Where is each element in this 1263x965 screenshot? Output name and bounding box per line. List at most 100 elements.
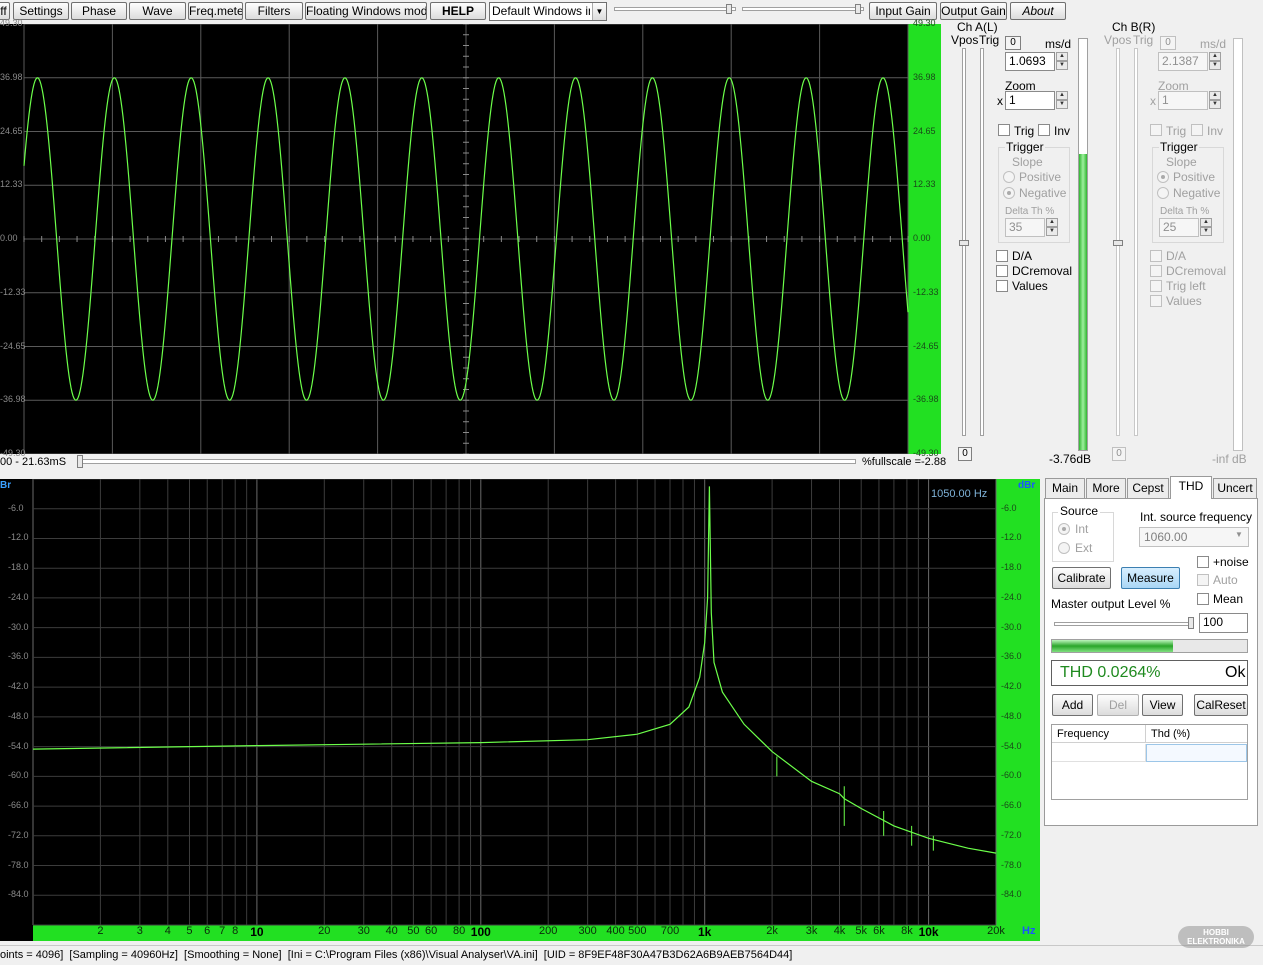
auto-checkbox[interactable]: [1197, 574, 1209, 586]
chb-inv-checkbox[interactable]: [1191, 124, 1203, 136]
spectrum-y-label-right: -84.0: [1001, 889, 1022, 900]
chb-zoom-input[interactable]: 1: [1158, 91, 1208, 110]
spectrum-x-label: 3k: [805, 925, 818, 937]
chb-msd-input[interactable]: 2.1387: [1158, 52, 1208, 71]
cha-delta-spinner[interactable]: ▲ ▼: [1046, 218, 1058, 237]
chb-ms-button[interactable]: 0: [1160, 36, 1176, 50]
help-button[interactable]: HELP: [430, 2, 486, 20]
chb-delta-input[interactable]: 25: [1159, 218, 1199, 237]
master-level-thumb[interactable]: [1188, 617, 1194, 629]
wave-button[interactable]: Wave: [129, 2, 186, 20]
thd-results-table[interactable]: Frequency Thd (%): [1051, 724, 1248, 800]
thd-ok: Ok: [1225, 664, 1246, 681]
spectrum-y-label-right: -66.0: [1001, 800, 1022, 811]
source-ext-radio[interactable]: [1058, 542, 1070, 554]
chb-zoom-x: x: [1150, 94, 1156, 108]
cha-negative-radio[interactable]: [1003, 187, 1015, 199]
scope-y-label-right: 24.65: [913, 125, 936, 136]
output-gain-button[interactable]: Output Gain: [940, 2, 1007, 20]
about-button[interactable]: About: [1010, 2, 1066, 20]
cha-inv-checkbox[interactable]: [1038, 124, 1050, 136]
chb-trig-left-checkbox[interactable]: [1150, 280, 1162, 292]
table-cell-frequency[interactable]: [1052, 744, 1146, 762]
spectrum-y-label-right: -78.0: [1001, 859, 1022, 870]
scope-y-label-left: 36.98: [0, 71, 23, 82]
gain-slider-1-thumb[interactable]: [726, 4, 732, 14]
add-button[interactable]: Add: [1052, 694, 1093, 716]
cha-zoom-spinner[interactable]: ▲ ▼: [1056, 91, 1068, 110]
cha-values-checkbox[interactable]: [996, 280, 1008, 292]
mean-checkbox[interactable]: [1197, 593, 1209, 605]
gain-slider-2-thumb[interactable]: [855, 4, 861, 14]
chb-trig-checkbox[interactable]: [1150, 124, 1162, 136]
master-level-slider[interactable]: [1054, 622, 1193, 626]
cha-positive-radio[interactable]: [1003, 171, 1015, 183]
source-int-radio[interactable]: [1058, 523, 1070, 535]
chb-msd-spinner[interactable]: ▲ ▼: [1209, 52, 1221, 71]
time-scroll-thumb[interactable]: [77, 455, 83, 468]
chb-zoom-spinner[interactable]: ▲ ▼: [1209, 91, 1221, 110]
time-scroll-track[interactable]: [78, 459, 856, 464]
chb-vpos-thumb[interactable]: [1113, 240, 1123, 246]
scope-y-label-right: 0.00: [913, 233, 931, 243]
tab-main[interactable]: Main: [1045, 478, 1085, 498]
cha-da-checkbox[interactable]: [996, 250, 1008, 262]
chb-values-checkbox[interactable]: [1150, 295, 1162, 307]
cha-msd-spinner[interactable]: ▲ ▼: [1056, 52, 1068, 71]
cha-delta-input[interactable]: 35: [1005, 218, 1045, 237]
chb-positive-label: Positive: [1173, 170, 1216, 184]
chb-delta-spinner[interactable]: ▲ ▼: [1200, 218, 1212, 237]
cha-trig-checkbox[interactable]: [998, 124, 1010, 136]
cha-zero-button[interactable]: 0: [958, 447, 972, 461]
spectrum-y-label-left: -84.0: [8, 889, 29, 900]
calibrate-button[interactable]: Calibrate: [1052, 567, 1111, 589]
int-freq-select[interactable]: 1060.00 ▼: [1139, 527, 1249, 547]
cha-zoom-input[interactable]: 1: [1005, 91, 1055, 110]
source-ext-label: Ext: [1075, 541, 1093, 555]
cha-trig-slider[interactable]: [980, 48, 984, 436]
tab-more[interactable]: More: [1086, 478, 1126, 498]
cha-values-label: Values: [1012, 279, 1048, 293]
spectrum-y-label-left: -12.0: [8, 532, 29, 543]
plus-noise-checkbox[interactable]: [1197, 556, 1209, 568]
table-cell-thd[interactable]: [1146, 744, 1247, 762]
col-thd-header[interactable]: Thd (%): [1146, 725, 1247, 743]
phase-button[interactable]: Phase: [71, 2, 127, 20]
spectrum-y-label-right: -12.0: [1001, 532, 1022, 543]
chb-da-checkbox[interactable]: [1150, 250, 1162, 262]
chb-trigger-label: Trigger: [1159, 140, 1199, 154]
spectrum-panel: [0, 479, 1040, 941]
master-level-input[interactable]: 100: [1199, 613, 1248, 633]
gain-slider-2[interactable]: [742, 7, 864, 11]
floating-windows-button[interactable]: Floating Windows mode: [305, 2, 427, 20]
freqmeter-button[interactable]: Freq.meter: [188, 2, 243, 20]
chb-trig-slider[interactable]: [1134, 48, 1138, 436]
tab-uncert[interactable]: Uncert: [1213, 478, 1257, 498]
filters-button[interactable]: Filters: [245, 2, 303, 20]
tab-thd[interactable]: THD: [1170, 476, 1212, 499]
chb-zero-button[interactable]: 0: [1112, 447, 1126, 461]
cha-dcremoval-checkbox[interactable]: [996, 265, 1008, 277]
chb-trig-chk-label: Trig: [1166, 124, 1187, 138]
cha-delta-label: Delta Th %: [1005, 206, 1055, 217]
cha-vpos-thumb[interactable]: [959, 240, 969, 246]
gain-slider-1[interactable]: [614, 7, 736, 11]
spectrum-y-label-left: -78.0: [8, 859, 29, 870]
chb-level-readout: -inf dB: [1212, 452, 1247, 466]
col-frequency-header[interactable]: Frequency: [1052, 725, 1146, 743]
cha-msd-input[interactable]: 1.0693: [1005, 52, 1055, 71]
chb-slope-label: Slope: [1166, 155, 1197, 169]
measure-button[interactable]: Measure: [1121, 567, 1180, 589]
tab-cepst[interactable]: Cepst: [1127, 478, 1169, 498]
input-device-select[interactable]: Default Windows inp ▼: [489, 2, 607, 21]
cha-ms-button[interactable]: 0: [1005, 36, 1021, 50]
chb-positive-radio[interactable]: [1157, 171, 1169, 183]
del-button[interactable]: Del: [1097, 694, 1139, 716]
spectrum-x-label: 10: [250, 925, 264, 939]
view-button[interactable]: View: [1142, 694, 1183, 716]
chb-dcremoval-checkbox[interactable]: [1150, 265, 1162, 277]
scope-y-label-left: -36.98: [0, 394, 26, 405]
chb-negative-radio[interactable]: [1157, 187, 1169, 199]
calreset-button[interactable]: CalReset: [1194, 694, 1248, 716]
cha-zoom-x: x: [997, 94, 1003, 108]
